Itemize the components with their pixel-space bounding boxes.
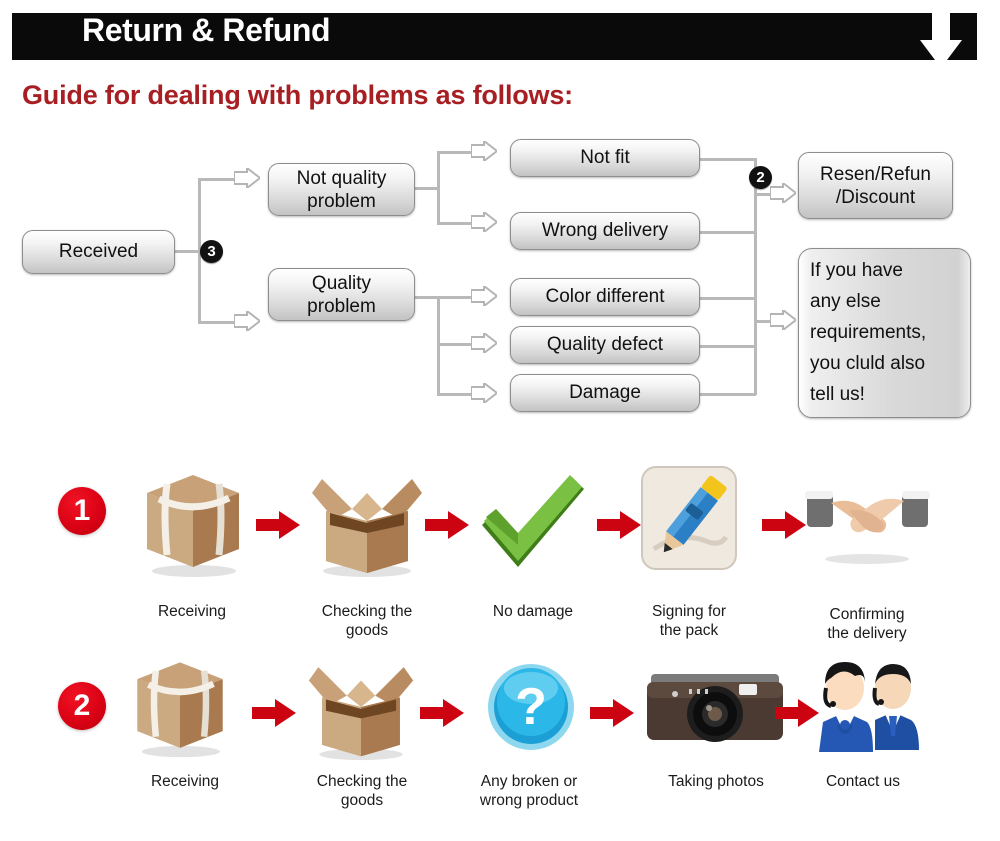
flow-badge-three: 3 (200, 240, 223, 263)
flow-node-label: Not quality problem (296, 167, 387, 212)
flow-node-quality-problem[interactable]: Quality problem (268, 268, 415, 321)
flow-node-wrong-delivery[interactable]: Wrong delivery (510, 212, 700, 250)
connector-line (175, 250, 200, 253)
connector-line (700, 231, 756, 234)
process-row-1-step-2-label: Checking the goods (321, 603, 413, 639)
process-row-2-step-2-label: Checking the goods (316, 773, 408, 809)
connector-line (437, 296, 440, 396)
connector-line (437, 151, 440, 225)
arrowhead-icon (234, 168, 260, 188)
red-right-arrow-icon (597, 511, 641, 539)
flow-node-label: Quality problem (307, 272, 376, 317)
connector-line (700, 393, 756, 396)
process-row-2: 2 Receiving Checking the goods ? Any bro… (0, 640, 1000, 840)
connector-line (198, 178, 236, 181)
arrowhead-icon (770, 183, 796, 203)
arrowhead-icon (471, 286, 497, 306)
process-row-2-badge: 2 (58, 682, 106, 730)
arrowhead-icon (471, 333, 497, 353)
arrowhead-icon (471, 141, 497, 161)
arrowhead-icon (234, 311, 260, 331)
connector-line (700, 158, 756, 161)
process-row-2-step-1-label: Receiving (150, 773, 220, 790)
flow-badge-two: 2 (749, 166, 772, 189)
open-box-icon (312, 479, 422, 577)
pencil-signing-icon (641, 466, 737, 570)
down-arrow-icon (920, 8, 962, 68)
flow-node-label: If you have any else requirements, you c… (810, 260, 927, 405)
flow-node-label: Resen/Refun /Discount (820, 163, 931, 208)
connector-line (437, 296, 473, 299)
flow-node-damage[interactable]: Damage (510, 374, 700, 412)
red-right-arrow-icon (775, 699, 819, 727)
sealed-box-icon (147, 475, 239, 577)
flow-node-extra-requirements-note[interactable]: If you have any else requirements, you c… (798, 248, 971, 418)
red-right-arrow-icon (425, 511, 469, 539)
flow-node-color-different[interactable]: Color different (510, 278, 700, 316)
connector-line (437, 393, 473, 396)
camera-icon (647, 674, 783, 742)
flow-node-quality-defect[interactable]: Quality defect (510, 326, 700, 364)
page-title: Return & Refund (82, 12, 331, 48)
connector-line (700, 297, 756, 300)
connector-line (437, 151, 473, 154)
red-right-arrow-icon (252, 699, 296, 727)
guide-heading: Guide for dealing with problems as follo… (22, 80, 573, 110)
connector-line (437, 222, 473, 225)
returns-flowchart: Received Not quality problem Quality pro… (0, 130, 1000, 430)
blue-question-icon: ? (488, 664, 574, 750)
sealed-box-icon (137, 662, 223, 758)
red-right-arrow-icon (256, 511, 300, 539)
process-row-1-step-1-label: Receiving (157, 603, 227, 620)
process-row-2-step-5-label: Contact us (825, 773, 901, 790)
connector-line (415, 296, 439, 299)
arrowhead-icon (471, 212, 497, 232)
svg-text:?: ? (515, 678, 547, 736)
support-agents-icon (819, 662, 919, 752)
process-row-1: 1 Receiving Checking the goods No damage… (0, 455, 1000, 642)
red-right-arrow-icon (590, 699, 634, 727)
flow-node-received[interactable]: Received (22, 230, 175, 274)
open-box-icon (308, 667, 414, 761)
red-right-arrow-icon (420, 699, 464, 727)
page-root: Return & Refund Guide for dealing with p… (0, 0, 1000, 841)
connector-line (700, 345, 756, 348)
connector-line (198, 321, 236, 324)
red-right-arrow-icon (762, 511, 806, 539)
green-check-icon (482, 475, 584, 567)
process-row-2-step-3-label: Any broken or wrong product (479, 773, 579, 809)
process-row-1-step-5-label: Confirming the delivery (827, 606, 907, 642)
connector-line (415, 187, 439, 190)
arrowhead-icon (471, 383, 497, 403)
flow-node-not-quality-problem[interactable]: Not quality problem (268, 163, 415, 216)
flow-node-resend-refund-discount[interactable]: Resen/Refun /Discount (798, 152, 953, 219)
handshake-icon (805, 491, 930, 564)
connector-line (437, 343, 473, 346)
flow-node-not-fit[interactable]: Not fit (510, 139, 700, 177)
arrowhead-icon (770, 310, 796, 330)
process-row-1-step-4-label: Signing for the pack (651, 603, 727, 639)
process-row-1-badge: 1 (58, 487, 106, 535)
